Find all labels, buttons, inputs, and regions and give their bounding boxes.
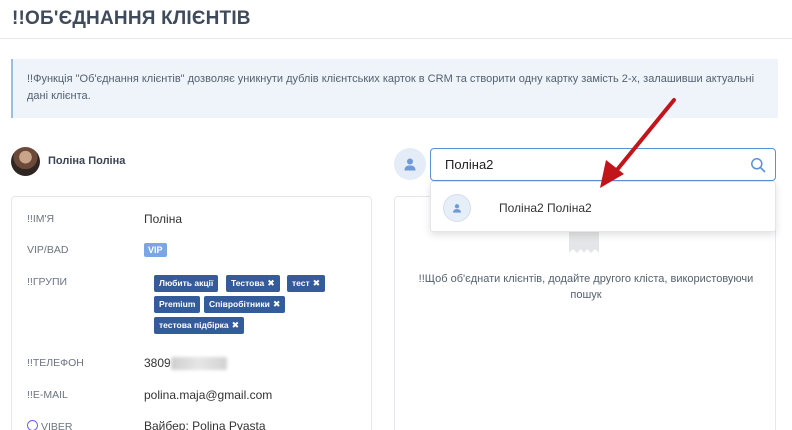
group-tag-label: Любить акції bbox=[159, 278, 214, 288]
field-label-phone: !!ТЕЛЕФОН bbox=[27, 357, 84, 369]
remove-tag-icon[interactable]: ✖ bbox=[232, 320, 240, 330]
field-label-name: !!ІМ'Я bbox=[27, 213, 55, 225]
group-tag: тестова підбірка ✖ bbox=[154, 317, 245, 334]
field-value-name: Поліна bbox=[144, 212, 183, 226]
phone-visible-digits: 3809 bbox=[144, 356, 171, 370]
phone-blurred-digits bbox=[170, 357, 227, 371]
group-tag: Співробітники ✖ bbox=[204, 296, 286, 313]
page-title: !!ОБ'ЄДНАННЯ КЛІЄНТІВ bbox=[12, 8, 251, 29]
field-label-viber: VIBER bbox=[27, 420, 73, 430]
group-tag: Тестова ✖ bbox=[226, 275, 280, 292]
viber-icon bbox=[27, 420, 38, 430]
search-result-label: Поліна2 Поліна2 bbox=[499, 201, 592, 215]
search-icon[interactable] bbox=[750, 157, 766, 173]
client-name-left: Поліна Поліна bbox=[48, 155, 126, 167]
field-label-viber-text: VIBER bbox=[41, 421, 73, 430]
user-icon bbox=[453, 204, 461, 213]
group-tag-label: тест bbox=[292, 278, 310, 288]
field-value-phone: 3809 bbox=[144, 356, 227, 371]
second-client-avatar bbox=[394, 148, 426, 180]
group-tag: Premium bbox=[154, 296, 201, 313]
red-arrow-annotation bbox=[600, 98, 676, 188]
field-value-viber: Вайбер: Polina Pyasta bbox=[144, 419, 266, 430]
group-tag-label: тестова підбірка bbox=[159, 320, 229, 330]
vip-badge: VIP bbox=[144, 243, 167, 257]
group-tag-label: Тестова bbox=[231, 278, 265, 288]
client-avatar-photo bbox=[11, 147, 40, 176]
group-tag-label: Співробітники bbox=[209, 299, 270, 309]
field-value-email: polina.maja@gmail.com bbox=[144, 388, 273, 402]
field-label-vip: VIP/BAD bbox=[27, 244, 69, 256]
field-label-groups: !!ГРУПИ bbox=[27, 276, 68, 288]
remove-tag-icon[interactable]: ✖ bbox=[267, 278, 275, 288]
group-tag: Любить акції bbox=[154, 275, 219, 292]
result-avatar bbox=[443, 194, 471, 222]
group-tag-label: Premium bbox=[159, 299, 196, 309]
user-icon bbox=[404, 158, 416, 171]
remove-tag-icon[interactable]: ✖ bbox=[313, 278, 321, 288]
remove-tag-icon[interactable]: ✖ bbox=[273, 299, 281, 309]
client-card-left: !!ІМ'Я Поліна VIP/BAD VIP !!ГРУПИ Любить… bbox=[11, 196, 372, 430]
client-search-input[interactable] bbox=[431, 149, 741, 180]
empty-state-text: !!Щоб об'єднати клієнтів, додайте другог… bbox=[418, 273, 754, 301]
group-tag: тест ✖ bbox=[287, 275, 326, 292]
title-divider bbox=[0, 38, 792, 39]
field-label-email: !!E-MAIL bbox=[27, 389, 68, 401]
